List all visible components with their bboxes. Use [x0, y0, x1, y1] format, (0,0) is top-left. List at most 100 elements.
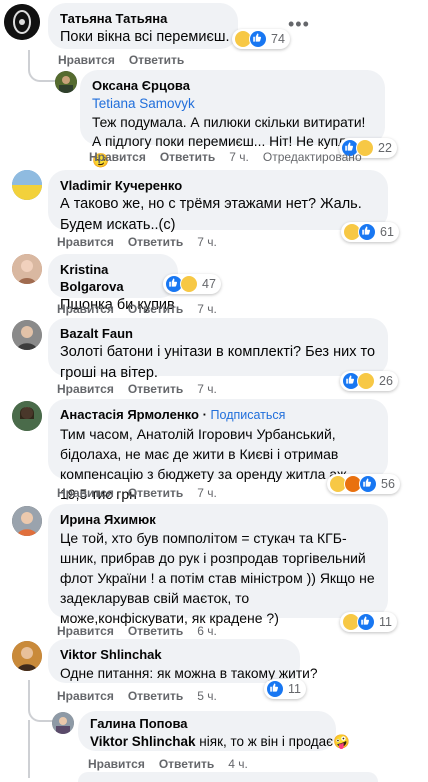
reaction-count: 22 [378, 141, 392, 155]
more-icon[interactable]: ••• [288, 14, 310, 35]
comment-bubble: Vladimir Кучеренко А таково же, но с трё… [48, 170, 388, 233]
comment-bubble: Татьяна Татьяна Поки вікна всі перемиєш.… [48, 3, 238, 49]
reply-button[interactable]: Ответить [160, 150, 215, 164]
follow-link[interactable]: Подписаться [211, 408, 286, 422]
comment-author[interactable]: Галина Попова [90, 715, 324, 732]
comment-text: Золоті батони і унітази в комплекті? Без… [60, 344, 376, 381]
like-button[interactable]: Нравится [57, 302, 114, 316]
comment-bubble: Bazalt Faun Золоті батони і унітази в ко… [48, 318, 388, 381]
mention-link[interactable]: Viktor Shlinchak [90, 734, 196, 749]
reaction-count: 56 [381, 477, 395, 491]
like-icon [266, 680, 284, 698]
avatar[interactable] [12, 401, 42, 431]
thread-line [28, 720, 30, 778]
avatar[interactable] [52, 712, 74, 734]
comment-actions: Нравится Ответить 7 ч. [57, 302, 231, 316]
reply-button[interactable]: Ответить [128, 382, 183, 396]
like-icon [249, 30, 267, 48]
reactions-summary[interactable]: 11 [264, 679, 306, 699]
comment-actions: Нравится Ответить 6 ч. [57, 624, 231, 638]
comment-bubble: Ирина Яхимюк Це той, хто був помполітом … [48, 504, 388, 626]
comment-text: Це той, хто був помполітом = стукач та К… [60, 530, 375, 626]
like-icon [358, 223, 376, 241]
timestamp[interactable]: 7 ч. [197, 302, 217, 316]
like-button[interactable]: Нравится [58, 53, 115, 67]
timestamp[interactable]: 7 ч. [197, 382, 217, 396]
reply-button[interactable]: Ответить [129, 53, 184, 67]
like-button[interactable]: Нравится [57, 235, 114, 249]
reply-button[interactable]: Ответить [128, 302, 183, 316]
reactions-summary[interactable]: 56 [327, 474, 400, 494]
timestamp[interactable]: 7 ч. [229, 150, 249, 164]
timestamp[interactable]: 7 ч. [197, 235, 217, 249]
comment-author[interactable]: Kristina Bolgarova [60, 261, 166, 295]
reply-button[interactable]: Ответить [159, 757, 214, 771]
timestamp[interactable]: 6 ч. [197, 624, 217, 638]
comment-bubble: Kristina Bolgarova Пшонка би купив [48, 254, 178, 313]
comment-author[interactable]: Bazalt Faun [60, 325, 376, 342]
comment-text: Одне питання: як можна в такому жити? [60, 666, 318, 681]
reactions-summary[interactable]: 74 [232, 29, 290, 49]
reply-button[interactable]: Ответить [128, 689, 183, 703]
comment-text: Поки вікна всі перемиєш...🤦 [60, 29, 230, 45]
avatar[interactable] [12, 506, 42, 536]
comment-text: А таково же, но с трёмя этажами нет? Жал… [60, 196, 362, 233]
comment-actions: Нравится Ответить 7 ч. [57, 382, 231, 396]
comment-actions: Нравится Ответить 4 ч. [88, 757, 262, 771]
like-button[interactable]: Нравится [57, 689, 114, 703]
avatar[interactable] [12, 641, 42, 671]
avatar[interactable] [4, 4, 40, 40]
next-reply-bubble-edge [78, 772, 378, 782]
reaction-count: 26 [379, 374, 393, 388]
timestamp[interactable]: 4 ч. [228, 757, 248, 771]
edited-label: Отредактировано [262, 150, 362, 164]
like-button[interactable]: Нравится [57, 624, 114, 638]
comment-bubble: Оксана Єрцова Tetiana Samovyk Теж подума… [80, 70, 385, 168]
reactions-summary[interactable]: 61 [341, 222, 399, 242]
reaction-count: 74 [271, 32, 285, 46]
thread-line [28, 680, 56, 722]
reply-button[interactable]: Ответить [128, 486, 183, 500]
reaction-count: 11 [379, 615, 392, 629]
reaction-count: 61 [380, 225, 394, 239]
like-icon [357, 613, 375, 631]
reaction-count: 47 [202, 277, 216, 291]
comment-author[interactable]: Ирина Яхимюк [60, 511, 376, 528]
like-button[interactable]: Нравится [57, 382, 114, 396]
comment-author: Анастасія Ярмоленко · Подписаться [60, 407, 286, 422]
comment-bubble: Анастасія Ярмоленко · Подписаться Тим ча… [48, 399, 388, 502]
comment-actions: Нравится Ответить 7 ч. Отредактировано [89, 150, 362, 164]
like-button[interactable]: Нравится [57, 486, 114, 500]
avatar[interactable] [12, 254, 42, 284]
like-button[interactable]: Нравится [88, 757, 145, 771]
comment-bubble: Галина Попова Viktor Shlinchak ніяк, то … [78, 711, 350, 751]
avatar[interactable] [55, 71, 77, 93]
thread-line [28, 50, 56, 82]
comment-actions: Нравится Ответить 7 ч. [57, 235, 231, 249]
comment-author[interactable]: Vladimir Кучеренко [60, 177, 376, 194]
timestamp[interactable]: 5 ч. [197, 689, 217, 703]
comment-actions: Нравится Ответить 5 ч. [57, 689, 231, 703]
comment-author[interactable]: Оксана Єрцова [92, 77, 373, 94]
reply-button[interactable]: Ответить [128, 235, 183, 249]
timestamp[interactable]: 7 ч. [197, 486, 217, 500]
avatar[interactable] [12, 320, 42, 350]
comment-actions: Нравится Ответить 7 ч. [57, 486, 231, 500]
mention-link[interactable]: Tetiana Samovyk [92, 94, 373, 113]
haha-icon [180, 275, 198, 293]
comment-actions: Нравится Ответить [58, 53, 212, 67]
comment-bubble: Viktor Shlinchak Одне питання: як можна … [48, 639, 318, 683]
comment-body: ніяк, то ж він і продає🤪 [195, 734, 350, 749]
like-button[interactable]: Нравится [89, 150, 146, 164]
reactions-summary[interactable]: 11 [340, 612, 397, 632]
reply-button[interactable]: Ответить [128, 624, 183, 638]
comment-author[interactable]: Татьяна Татьяна [60, 10, 226, 27]
reaction-count: 11 [288, 682, 301, 696]
author-name[interactable]: Анастасія Ярмоленко [60, 407, 199, 422]
avatar[interactable] [12, 170, 42, 200]
like-icon [359, 475, 377, 493]
reactions-summary[interactable]: 47 [163, 274, 221, 294]
reactions-summary[interactable]: 26 [340, 371, 398, 391]
haha-icon [357, 372, 375, 390]
comment-author[interactable]: Viktor Shlinchak [60, 646, 288, 663]
